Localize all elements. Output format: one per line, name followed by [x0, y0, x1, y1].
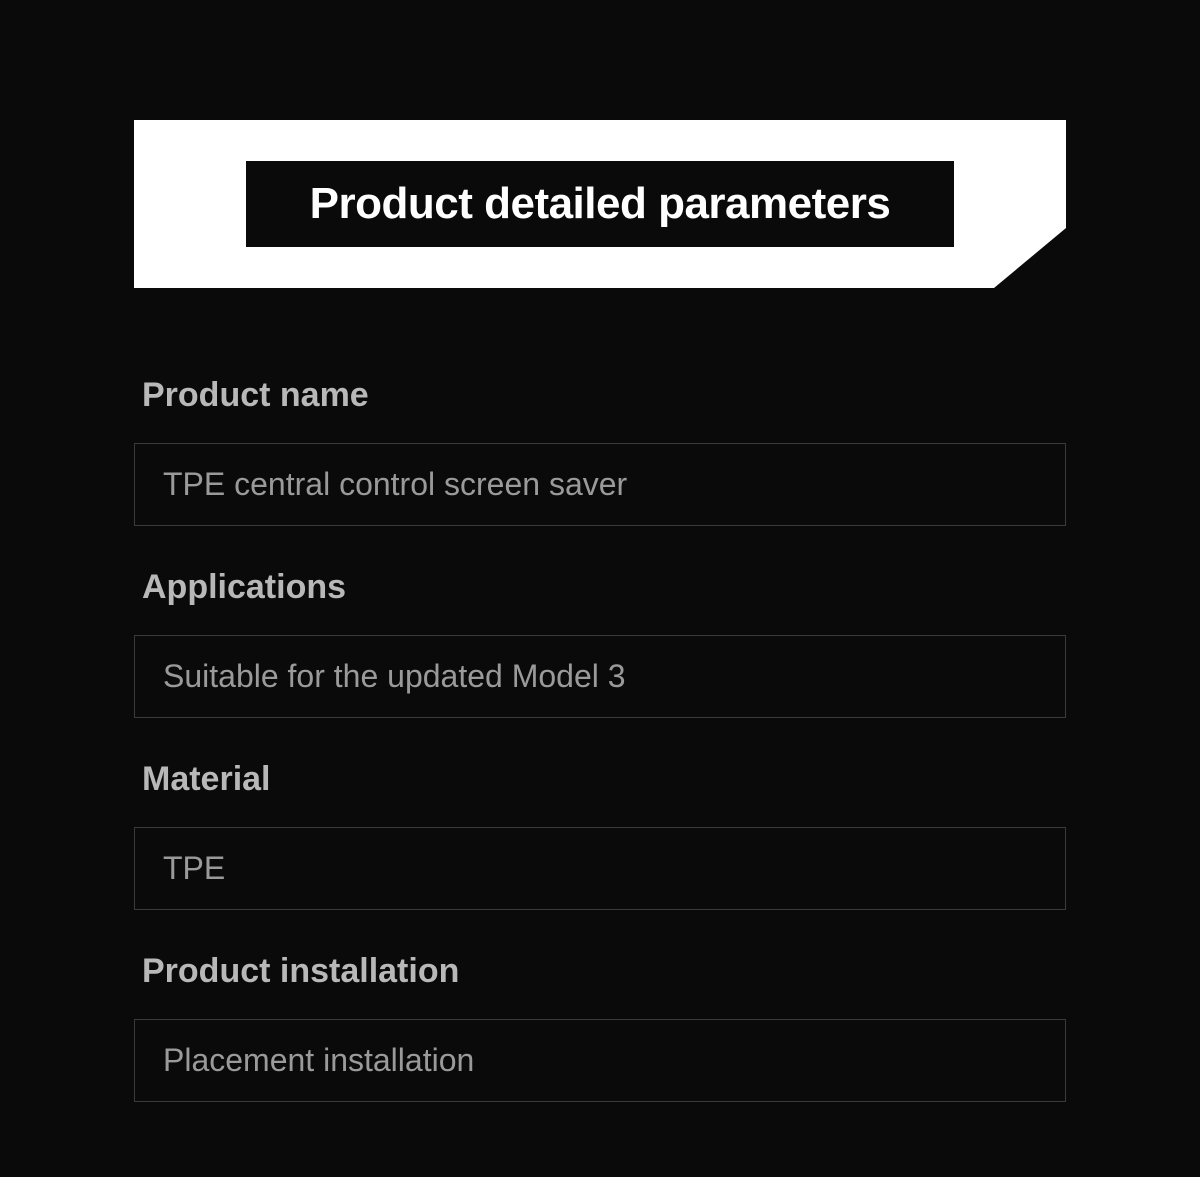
param-value: TPE central control screen saver — [163, 466, 1037, 503]
param-value-box: Placement installation — [134, 1019, 1066, 1102]
page-title: Product detailed parameters — [310, 179, 891, 229]
param-label: Product installation — [134, 952, 1066, 991]
param-label: Applications — [134, 568, 1066, 607]
param-value: Suitable for the updated Model 3 — [163, 658, 1037, 695]
param-label: Product name — [134, 376, 1066, 415]
param-value-box: Suitable for the updated Model 3 — [134, 635, 1066, 718]
param-group-installation: Product installation Placement installat… — [134, 952, 1066, 1102]
param-value-box: TPE — [134, 827, 1066, 910]
param-value: TPE — [163, 850, 1037, 887]
param-label: Material — [134, 760, 1066, 799]
product-parameters-container: Product detailed parameters Product name… — [134, 120, 1066, 1102]
param-group-applications: Applications Suitable for the updated Mo… — [134, 568, 1066, 718]
header-banner: Product detailed parameters — [134, 120, 1066, 288]
param-group-product-name: Product name TPE central control screen … — [134, 376, 1066, 526]
param-value-box: TPE central control screen saver — [134, 443, 1066, 526]
param-value: Placement installation — [163, 1042, 1037, 1079]
header-title-box: Product detailed parameters — [246, 161, 955, 247]
param-group-material: Material TPE — [134, 760, 1066, 910]
